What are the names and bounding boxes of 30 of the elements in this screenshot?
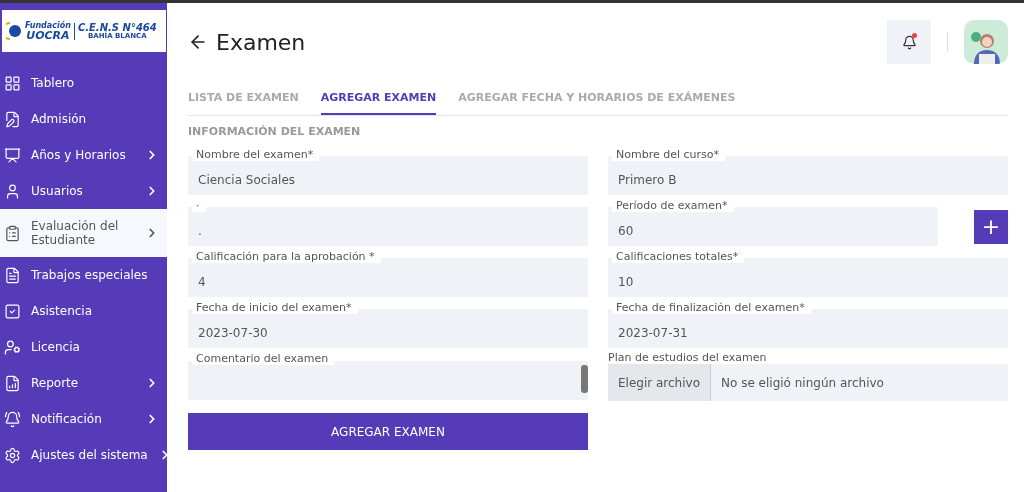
sidebar-item[interactable]: Tablero (0, 65, 167, 101)
field-label: Nombre del examen* (192, 148, 320, 161)
sidebar-item[interactable]: Notificación (0, 401, 167, 437)
tab[interactable]: AGREGAR EXAMEN (320, 81, 437, 115)
field-label: Fecha de inicio del examen* (192, 301, 358, 314)
logo-text: Fundación (25, 21, 71, 30)
add-button[interactable]: + (974, 209, 1008, 244)
sidebar-item[interactable]: Años y Horarios (0, 137, 167, 173)
field-label: Período de examen* (612, 199, 734, 212)
field-label: Nombre del curso* (612, 148, 725, 161)
sidebar-item[interactable]: Licencia (0, 329, 167, 365)
sidebar-item[interactable]: Evaluación del Estudiante (0, 209, 167, 257)
section-title: INFORMACIÓN DEL EXAMEN (188, 125, 362, 138)
sidebar-item[interactable]: Ajustes del sistema (0, 437, 167, 473)
field-label: Calificación para la aprobación * (192, 250, 381, 263)
choose-file-button[interactable]: Elegir archivo (608, 364, 711, 401)
field-label: Comentario del examen (192, 352, 335, 365)
sidebar-item[interactable]: Admisión (0, 101, 167, 137)
submit-button[interactable]: AGREGAR EXAMEN (188, 413, 588, 450)
logo-text: C.E.N.S N°464 (77, 22, 157, 33)
field-label: Fecha de finalización del examen* (612, 301, 811, 314)
field-label: Calificaciones totales* (612, 250, 745, 263)
sidebar-item[interactable]: Asistencia (0, 293, 167, 329)
logo-text: UOCRA (26, 29, 70, 41)
sidebar-item[interactable]: Trabajos especiales (0, 257, 167, 293)
sidebar-item[interactable]: Usuarios (0, 173, 167, 209)
sidebar-item[interactable]: Reporte (0, 365, 167, 401)
page-title: Examen (216, 29, 307, 55)
file-status: No se eligió ningún archivo (720, 375, 884, 390)
input-field[interactable]: . (188, 207, 588, 246)
